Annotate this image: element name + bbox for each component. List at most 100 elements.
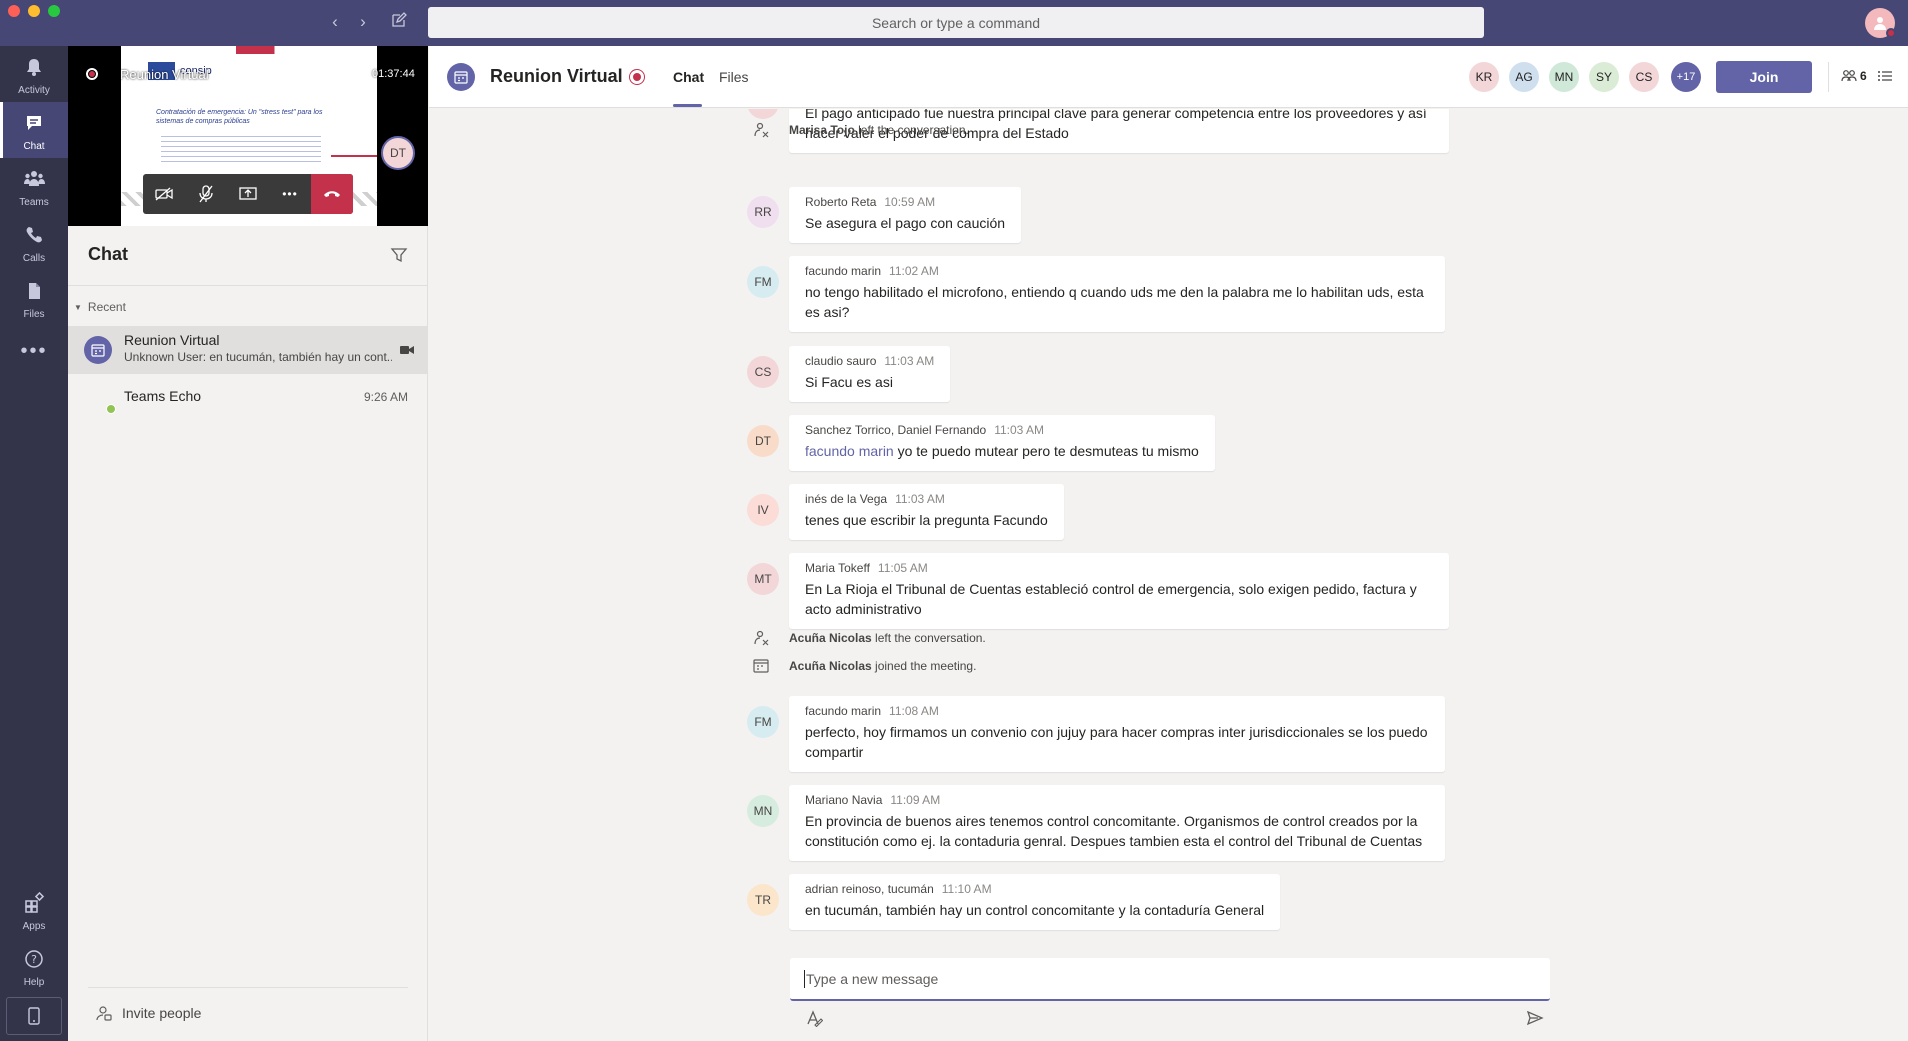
- video-call-icon: [400, 342, 414, 360]
- compose-icon[interactable]: [389, 12, 409, 33]
- meeting-join-icon: [753, 659, 769, 673]
- message-avatar: [747, 109, 779, 119]
- presenter-avatar: DT: [381, 136, 415, 170]
- rail-label: Apps: [22, 921, 46, 932]
- participant-avatar[interactable]: KR: [1469, 62, 1499, 92]
- message-text: en tucumán, también hay un control conco…: [805, 902, 1265, 918]
- rail-label: Help: [23, 977, 45, 988]
- add-person-icon: [96, 1006, 112, 1021]
- maximize-window-button[interactable]: [48, 5, 60, 17]
- hang-up-button[interactable]: [311, 174, 353, 214]
- share-screen-icon: [239, 187, 257, 200]
- system-event: Acuña Nicolas joined the meeting.: [789, 659, 976, 673]
- chat-item-reunion-virtual[interactable]: Reunion Virtual Unknown User: en tucumán…: [68, 326, 428, 374]
- chat-list-pane: consip Contratación de emergencia: Un "s…: [68, 46, 428, 1041]
- chat-item-name: Reunion Virtual: [124, 332, 220, 348]
- message-time: 10:59 AM: [884, 195, 936, 209]
- chevron-down-icon: ▼: [74, 302, 82, 312]
- compose-placeholder: Type a new message: [806, 970, 939, 987]
- message-bubble[interactable]: claudio sauro 11:03 AM Si Facu es asi: [789, 346, 951, 402]
- message-list[interactable]: El pago anticipado fue nuestra principal…: [429, 109, 1908, 1041]
- rail-item-chat[interactable]: Chat: [0, 102, 68, 158]
- minimize-window-button[interactable]: [28, 5, 40, 17]
- rail-item-calls[interactable]: Calls: [0, 214, 68, 270]
- message-bubble[interactable]: facundo marin 11:08 AM perfecto, hoy firm…: [789, 696, 1445, 772]
- mobile-app-button[interactable]: [6, 997, 62, 1035]
- tab-files[interactable]: Files: [719, 69, 749, 85]
- recent-section-toggle[interactable]: ▼ Recent: [74, 300, 126, 314]
- message-text: yo te puedo mutear pero te desmuteas tu …: [893, 443, 1199, 459]
- filter-button[interactable]: [390, 246, 408, 269]
- message-bubble[interactable]: Sanchez Torrico, Daniel Fernando 11:03 AM…: [789, 415, 1215, 471]
- rail-label: Files: [23, 309, 45, 320]
- message-bubble[interactable]: Roberto Reta 10:59 AM Se asegura el pago …: [789, 187, 1022, 243]
- more-participants-badge[interactable]: +17: [1671, 62, 1701, 92]
- message-bubble[interactable]: adrian reinoso, tucumán 11:10 AM en tucum…: [789, 874, 1281, 930]
- chat-item-teams-echo[interactable]: Teams Echo 9:26 AM: [68, 382, 428, 430]
- title-bar: ‹ › Search or type a command: [0, 0, 1908, 46]
- tab-label: Chat: [673, 69, 705, 85]
- forward-arrow-icon[interactable]: ›: [353, 12, 373, 32]
- rail-item-files[interactable]: Files: [0, 270, 68, 326]
- participants-button[interactable]: 6: [1841, 68, 1867, 84]
- chat-item-name: Teams Echo: [124, 388, 202, 404]
- invite-people-button[interactable]: Invite people: [96, 1005, 201, 1021]
- compose-message-input[interactable]: Type a new message: [790, 958, 1550, 1001]
- message-bubble[interactable]: Mariano Navia 11:09 AM En provincia de bu…: [789, 785, 1445, 861]
- tab-chat[interactable]: Chat: [673, 69, 704, 85]
- search-input[interactable]: Search or type a command: [428, 7, 1484, 38]
- rail-item-apps[interactable]: Apps: [0, 882, 68, 938]
- more-actions-button[interactable]: •••: [269, 174, 311, 214]
- share-screen-button[interactable]: [227, 174, 269, 214]
- message-bubble[interactable]: facundo marin 11:02 AM no tengo habilitad…: [789, 256, 1445, 332]
- active-tab-indicator: [673, 104, 702, 107]
- message-avatar: MN: [747, 795, 779, 827]
- message-line: constitución como ej. la contaduria genr…: [805, 833, 1423, 849]
- person-leave-icon: [754, 630, 769, 646]
- chat-item-preview: Unknown User: en tucumán, también hay un…: [124, 350, 392, 364]
- list-icon: [1878, 71, 1892, 81]
- conversation-title: Reunion Virtual: [490, 66, 623, 86]
- call-timer: 01:37:44: [372, 68, 415, 80]
- profile-avatar[interactable]: [1865, 8, 1896, 38]
- list-view-button[interactable]: [1877, 68, 1893, 89]
- message-bubble[interactable]: Maria Tokeff 11:05 AM En La Rioja el Trib…: [789, 553, 1449, 629]
- meeting-avatar: [447, 63, 475, 91]
- camera-off-button[interactable]: [143, 174, 185, 214]
- help-icon: ?: [25, 950, 43, 968]
- message-text: tenes que escribir la pregunta Facundo: [805, 512, 1048, 528]
- message-author: Sanchez Torrico, Daniel Fernando: [805, 423, 987, 437]
- participant-avatar[interactable]: CS: [1629, 62, 1659, 92]
- join-button[interactable]: Join: [1716, 61, 1812, 93]
- event-text: left the conversation.: [854, 123, 969, 137]
- event-person: Marisa Tojo: [789, 123, 855, 137]
- rail-item-help[interactable]: ? Help: [0, 938, 68, 994]
- file-icon: [29, 283, 40, 299]
- message-author: adrian reinoso, tucumán: [805, 882, 934, 896]
- rail-label: Activity: [18, 85, 50, 96]
- rail-item-teams[interactable]: Teams: [0, 158, 68, 214]
- conversation-header: Reunion Virtual Chat Files KR AG MN SY C…: [429, 46, 1908, 108]
- mention-link[interactable]: facundo marin: [805, 443, 894, 459]
- recording-icon: [86, 68, 98, 80]
- close-window-button[interactable]: [8, 5, 20, 17]
- participant-avatar[interactable]: AG: [1509, 62, 1539, 92]
- message-bubble[interactable]: inés de la Vega 11:03 AM tenes que escrib…: [789, 484, 1064, 540]
- text-caret: [804, 969, 805, 988]
- back-arrow-icon[interactable]: ‹: [325, 12, 345, 32]
- format-button[interactable]: [805, 1009, 824, 1032]
- calendar-icon: [454, 71, 468, 84]
- meeting-avatar: [84, 336, 112, 364]
- rail-item-activity[interactable]: Activity: [0, 46, 68, 102]
- mute-button[interactable]: [185, 174, 227, 214]
- more-apps-button[interactable]: •••: [0, 326, 68, 382]
- message-line: acto administrativo: [805, 601, 922, 617]
- message-avatar: MT: [747, 563, 779, 595]
- rail-label: Calls: [22, 253, 46, 264]
- participant-avatar[interactable]: SY: [1589, 62, 1619, 92]
- message-avatar: CS: [747, 356, 779, 388]
- call-preview[interactable]: consip Contratación de emergencia: Un "s…: [68, 46, 428, 226]
- message-author: facundo marin: [805, 704, 882, 718]
- send-button[interactable]: [1526, 1009, 1544, 1032]
- participant-avatar[interactable]: MN: [1549, 62, 1579, 92]
